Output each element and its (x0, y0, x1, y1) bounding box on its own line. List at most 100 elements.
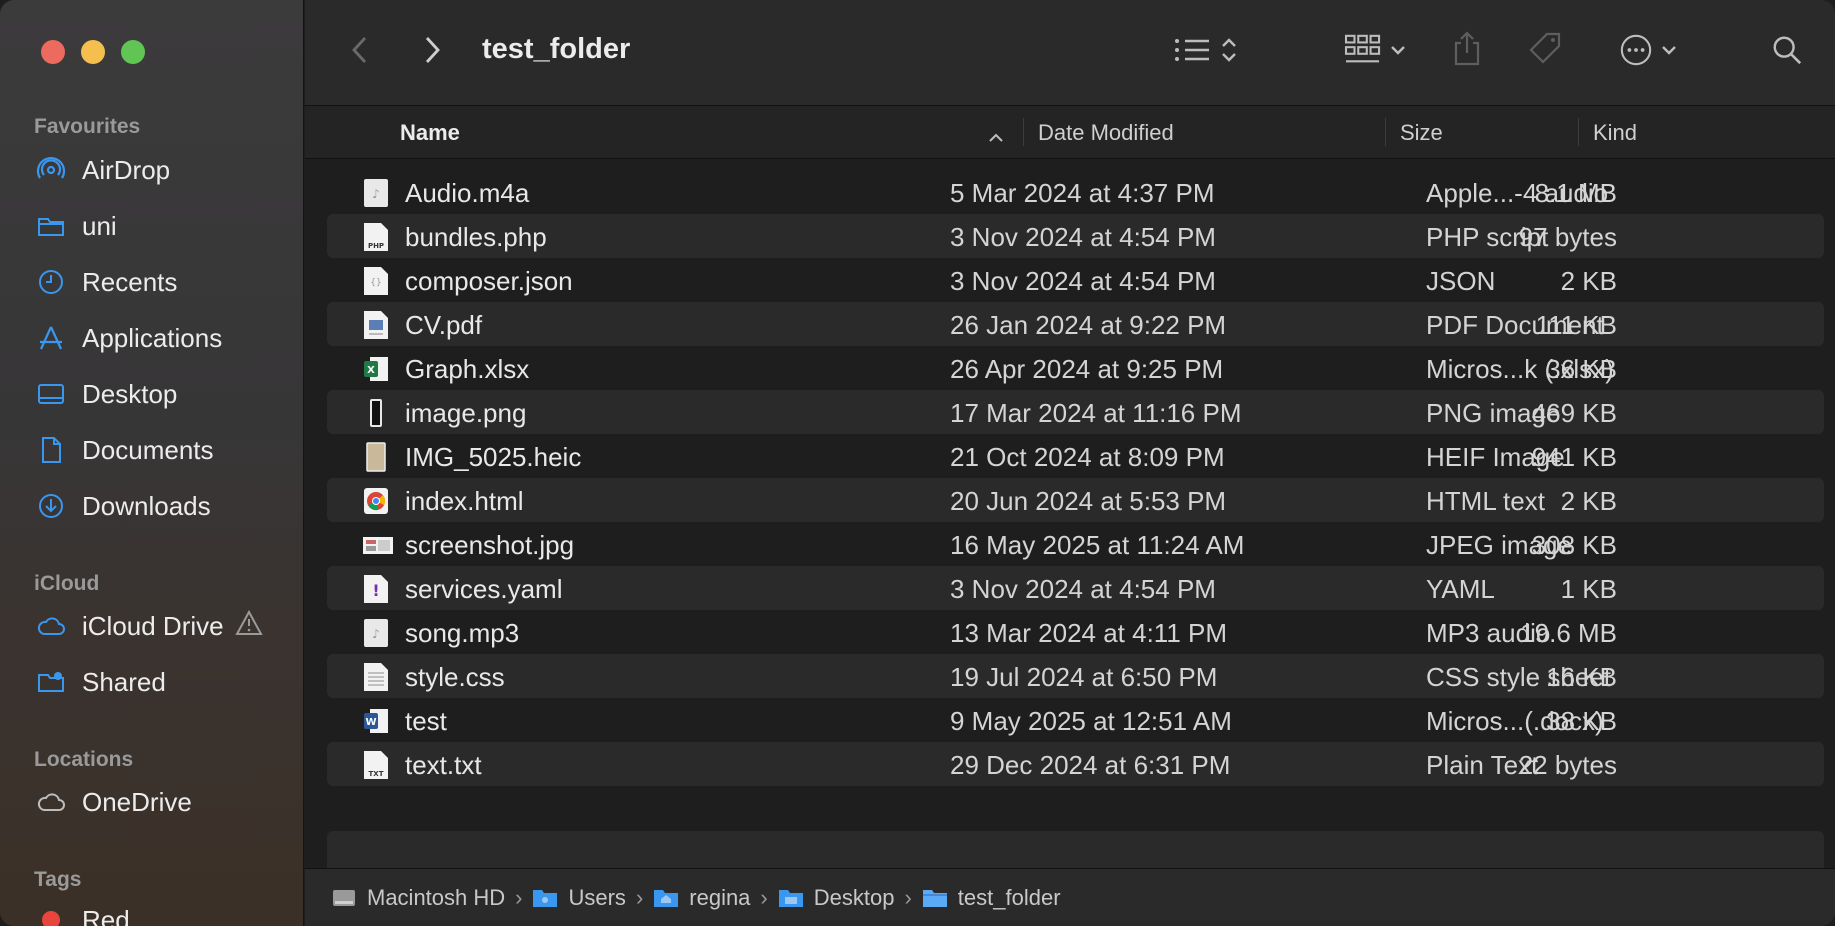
zoom-window-button[interactable] (121, 40, 145, 64)
chevron-left-icon (350, 35, 370, 70)
column-name-header[interactable]: Name (400, 120, 460, 146)
group-button[interactable] (1335, 34, 1415, 70)
sidebar-item-tag-red[interactable]: Red (34, 900, 296, 926)
sidebar-item-documents[interactable]: Documents (34, 430, 296, 470)
cloud-icon (34, 611, 68, 641)
path-item-regina[interactable]: regina (653, 885, 750, 911)
sidebar-item-label: iCloud Drive (82, 610, 224, 641)
svg-text:TXT: TXT (369, 770, 384, 778)
view-options-button[interactable] (1165, 34, 1245, 70)
share-button[interactable] (1447, 30, 1487, 72)
file-row-song-mp3[interactable]: ♪ song.mp3 13 Mar 2024 at 4:11 PM 19.6 M… (327, 610, 1824, 654)
hard-drive-icon (331, 887, 357, 909)
document-icon (34, 435, 68, 465)
shared-folder-icon (34, 667, 68, 697)
chevron-right-icon: › (635, 884, 644, 910)
sidebar-item-onedrive[interactable]: OneDrive (34, 782, 296, 822)
svg-text:{}: {} (370, 278, 381, 288)
file-row-index-html[interactable]: index.html 20 Jun 2024 at 5:53 PM 2 KB H… (327, 478, 1824, 522)
path-bar: Macintosh HD › Users › regina › Desktop … (305, 868, 1835, 926)
clock-icon (34, 267, 68, 297)
txt-file-icon: TXT (363, 750, 389, 780)
column-separator[interactable] (1023, 118, 1024, 146)
grid-group-icon (1344, 33, 1382, 72)
png-file-icon (363, 398, 389, 428)
chevron-down-icon (1661, 43, 1677, 61)
path-item-desktop[interactable]: Desktop (778, 885, 894, 911)
column-separator[interactable] (1578, 118, 1579, 146)
column-separator[interactable] (1385, 118, 1386, 146)
tag-button[interactable] (1523, 30, 1567, 72)
path-item-test-folder[interactable]: test_folder (922, 885, 1061, 911)
tag-icon (1527, 31, 1563, 72)
warning-icon (234, 608, 264, 645)
chevron-right-icon: › (760, 884, 768, 910)
file-row-bundles-php[interactable]: PHP bundles.php 3 Nov 2024 at 4:54 PM 97… (327, 214, 1824, 258)
folder-icon (34, 211, 68, 241)
file-row-test-docx[interactable]: W test 9 May 2025 at 12:51 AM 38 KB Micr… (327, 698, 1824, 742)
audio-file-icon: ♪ (363, 618, 389, 648)
column-kind-header[interactable]: Kind (1593, 120, 1637, 146)
sidebar-item-label: Red (82, 904, 130, 926)
file-row-image-png[interactable]: image.png 17 Mar 2024 at 11:16 PM 469 KB… (327, 390, 1824, 434)
sidebar-item-downloads[interactable]: Downloads (34, 486, 296, 526)
tag-color-dot-icon (34, 905, 68, 926)
sidebar-item-label: Shared (82, 666, 166, 697)
sort-ascending-icon[interactable] (988, 124, 1004, 150)
file-row-audio-m4a[interactable]: ♪ Audio.m4a 5 Mar 2024 at 4:37 PM 8.1 MB… (327, 170, 1824, 214)
jpg-file-icon (363, 530, 393, 560)
file-row-screenshot-jpg[interactable]: screenshot.jpg 16 May 2025 at 11:24 AM 3… (327, 522, 1824, 566)
sidebar-item-applications[interactable]: Applications (34, 318, 296, 358)
file-row-services-yaml[interactable]: ! services.yaml 3 Nov 2024 at 4:54 PM 1 … (327, 566, 1824, 610)
file-row-text-txt[interactable]: TXT text.txt 29 Dec 2024 at 6:31 PM 22 b… (327, 742, 1824, 786)
file-row-cv-pdf[interactable]: CV.pdf 26 Jan 2024 at 9:22 PM 111 KB PDF… (327, 302, 1824, 346)
svg-text:!: ! (372, 581, 379, 600)
sidebar-section-favourites: Favourites (34, 115, 141, 138)
heic-file-icon (363, 442, 389, 472)
chevron-right-icon: › (515, 884, 523, 910)
chevron-down-icon (1390, 43, 1406, 61)
minimize-window-button[interactable] (81, 40, 105, 64)
sidebar-section-tags: Tags (34, 868, 82, 891)
sidebar-item-icloud-drive[interactable]: iCloud Drive (34, 606, 296, 646)
file-row-style-css[interactable]: style.css 19 Jul 2024 at 6:50 PM 16 KB C… (327, 654, 1824, 698)
finder-window: Favourites AirDrop uni Recents Applicati… (0, 0, 1835, 926)
sidebar-section-icloud: iCloud (34, 572, 100, 595)
svg-text:W: W (365, 717, 376, 728)
window-controls (41, 40, 145, 64)
path-item-macintosh-hd[interactable]: Macintosh HD (331, 885, 505, 911)
css-file-icon (363, 662, 389, 692)
search-button[interactable] (1767, 32, 1807, 72)
svg-text:PHP: PHP (368, 242, 384, 250)
back-button[interactable] (345, 34, 375, 70)
sidebar-item-uni[interactable]: uni (34, 206, 296, 246)
php-file-icon: PHP (363, 222, 389, 252)
airdrop-icon (34, 155, 68, 185)
forward-button[interactable] (417, 34, 447, 70)
path-item-users[interactable]: Users (532, 885, 626, 911)
file-row-img-5025-heic[interactable]: IMG_5025.heic 21 Oct 2024 at 8:09 PM 941… (327, 434, 1824, 478)
sidebar-item-shared[interactable]: Shared (34, 662, 296, 702)
ellipsis-circle-icon (1619, 33, 1653, 72)
json-file-icon: {} (363, 266, 389, 296)
folder-icon (922, 887, 948, 909)
file-row-composer-json[interactable]: {} composer.json 3 Nov 2024 at 4:54 PM 2… (327, 258, 1824, 302)
svg-text:♪: ♪ (372, 627, 380, 641)
column-size-header[interactable]: Size (1400, 120, 1443, 146)
more-actions-button[interactable] (1610, 32, 1686, 72)
sidebar-item-label: AirDrop (82, 154, 171, 185)
sidebar-item-recents[interactable]: Recents (34, 262, 296, 302)
sidebar-section-locations: Locations (34, 748, 134, 771)
search-icon (1771, 34, 1803, 71)
file-row-graph-xlsx[interactable]: X Graph.xlsx 26 Apr 2024 at 9:25 PM 36 K… (327, 346, 1824, 390)
sidebar-item-label: Documents (82, 434, 214, 465)
toolbar: test_folder (305, 0, 1835, 106)
sidebar-item-airdrop[interactable]: AirDrop (34, 150, 296, 190)
column-date-header[interactable]: Date Modified (1038, 120, 1174, 146)
close-window-button[interactable] (41, 40, 65, 64)
column-header: Name Date Modified Size Kind (305, 106, 1835, 159)
sidebar-item-desktop[interactable]: Desktop (34, 374, 296, 414)
word-file-icon: W (363, 706, 389, 736)
share-icon (1452, 30, 1482, 72)
window-title: test_folder (482, 33, 631, 65)
